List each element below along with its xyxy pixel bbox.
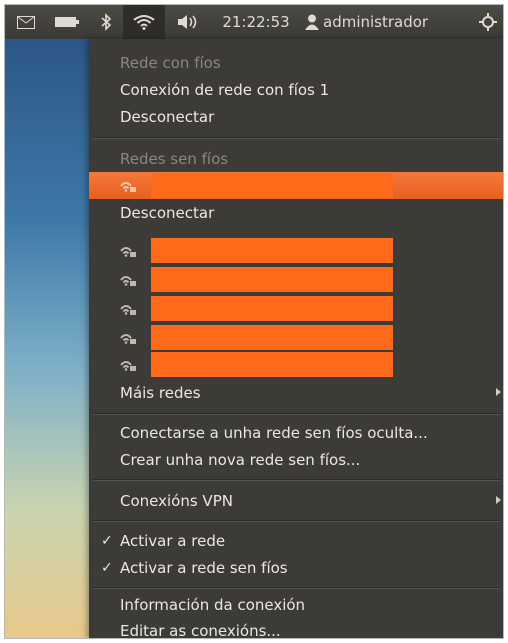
redacted-network-name	[151, 296, 393, 321]
wireless-network-item[interactable]	[89, 324, 503, 351]
wireless-networks-header-label: Redes sen fíos	[120, 149, 229, 168]
battery-icon[interactable]	[49, 5, 85, 39]
wired-disconnect-item[interactable]: Desconectar	[89, 103, 503, 130]
volume-icon[interactable]	[171, 5, 207, 39]
wireless-network-item[interactable]	[89, 266, 503, 293]
redacted-network-name	[151, 325, 393, 350]
clock-time: 21:22:53	[222, 13, 290, 31]
menu-separator	[93, 520, 501, 522]
connect-hidden-network-label: Conectarse a unha rede sen fíos oculta..…	[120, 423, 428, 442]
power-icon[interactable]	[475, 5, 501, 39]
wireless-disconnect-label: Desconectar	[120, 203, 215, 222]
top-panel: 21:22:53 administrador	[5, 5, 503, 39]
connection-info-label: Información da conexión	[120, 595, 306, 614]
vpn-connections-item[interactable]: Conexións VPN	[89, 487, 503, 514]
wifi-signal-icon	[120, 276, 136, 286]
menu-separator	[93, 587, 501, 589]
user-icon[interactable]	[303, 5, 321, 39]
wifi-signal-icon	[120, 361, 136, 371]
user-name: administrador	[323, 13, 429, 31]
user-menu[interactable]: administrador	[323, 5, 473, 39]
edit-connections-item[interactable]: Editar as conexións...	[89, 617, 503, 639]
submenu-arrow-icon	[496, 388, 501, 396]
create-new-network-item[interactable]: Crear unha nova rede sen fíos...	[89, 446, 503, 473]
wired-connection-item[interactable]: Conexión de rede con fíos 1	[89, 76, 503, 103]
wireless-network-item[interactable]	[89, 237, 503, 264]
redacted-network-name	[151, 352, 393, 377]
submenu-arrow-icon	[496, 496, 501, 504]
menu-separator	[93, 413, 501, 415]
wifi-icon[interactable]	[123, 5, 165, 39]
wireless-network-item[interactable]	[89, 295, 503, 322]
screenshot-frame: 21:22:53 administrador Rede con fíos Con…	[4, 4, 504, 639]
wireless-disconnect-item[interactable]: Desconectar	[89, 199, 503, 226]
wired-connection-label: Conexión de rede con fíos 1	[120, 80, 330, 99]
checkmark-icon: ✓	[101, 559, 113, 576]
network-menu: Rede con fíos Conexión de rede con fíos …	[89, 39, 503, 639]
connect-hidden-network-item[interactable]: Conectarse a unha rede sen fíos oculta..…	[89, 419, 503, 446]
menu-separator	[93, 137, 501, 139]
wifi-signal-icon	[120, 305, 136, 315]
wired-networks-header-label: Rede con fíos	[120, 53, 221, 72]
bluetooth-icon[interactable]	[95, 5, 117, 39]
enable-wireless-label: Activar a rede sen fíos	[120, 558, 288, 577]
more-networks-item[interactable]: Máis redes	[89, 379, 503, 406]
wired-networks-header: Rede con fíos	[89, 49, 503, 76]
redacted-network-name	[151, 173, 393, 198]
enable-networking-label: Activar a rede	[120, 531, 226, 550]
wireless-networks-header: Redes sen fíos	[89, 145, 503, 172]
more-networks-label: Máis redes	[120, 383, 201, 402]
redacted-network-name	[151, 238, 393, 263]
wifi-signal-icon	[120, 247, 136, 257]
menu-separator	[93, 479, 501, 481]
wireless-network-item[interactable]	[89, 351, 503, 378]
vpn-connections-label: Conexións VPN	[120, 491, 233, 510]
redacted-network-name	[151, 267, 393, 292]
wireless-network-active[interactable]	[89, 172, 503, 199]
wifi-signal-icon	[120, 182, 136, 192]
connection-info-item[interactable]: Información da conexión	[89, 591, 503, 618]
mail-icon[interactable]	[11, 5, 41, 39]
clock[interactable]: 21:22:53	[213, 5, 299, 39]
wired-disconnect-label: Desconectar	[120, 107, 215, 126]
enable-wireless-toggle[interactable]: ✓ Activar a rede sen fíos	[89, 554, 503, 581]
create-new-network-label: Crear unha nova rede sen fíos...	[120, 450, 361, 469]
wifi-signal-icon	[120, 334, 136, 344]
edit-connections-label: Editar as conexións...	[120, 621, 281, 639]
enable-networking-toggle[interactable]: ✓ Activar a rede	[89, 527, 503, 554]
checkmark-icon: ✓	[101, 532, 113, 549]
